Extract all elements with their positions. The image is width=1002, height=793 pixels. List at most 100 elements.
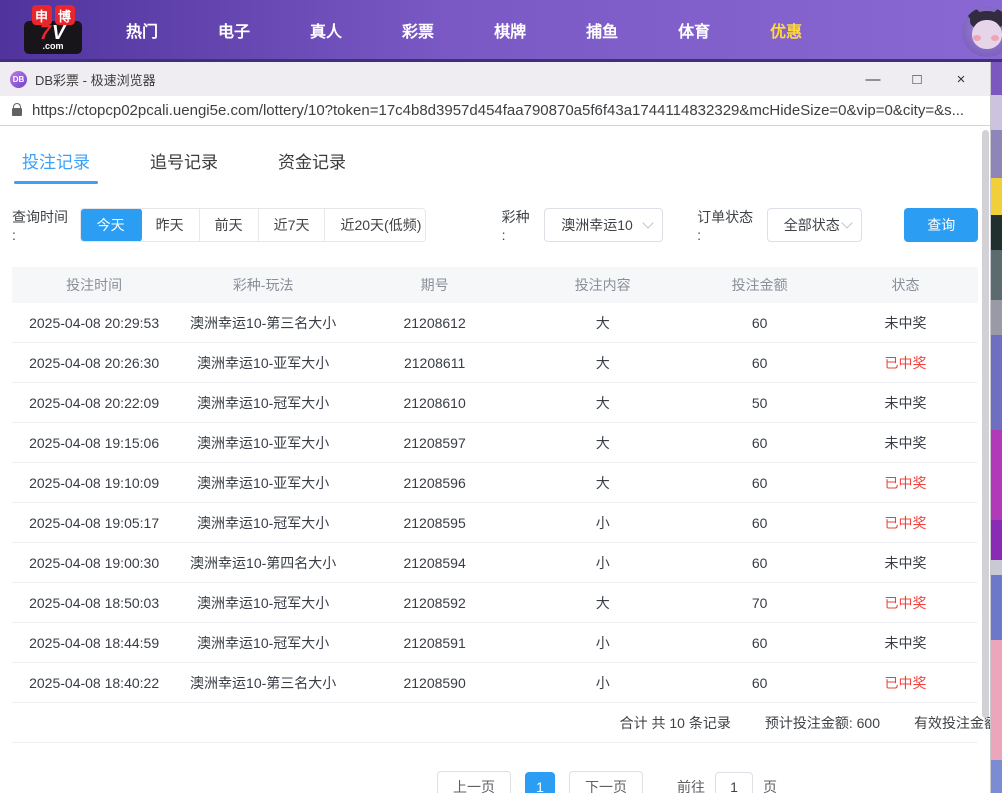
time-option-3[interactable]: 前天: [199, 209, 258, 241]
order-status-select[interactable]: 全部状态: [767, 208, 863, 242]
lottery-select[interactable]: 澳洲幸运10: [544, 208, 663, 242]
nav-item-4[interactable]: 彩票: [387, 18, 449, 42]
column-header-3: 期号: [350, 275, 519, 295]
nav-item-2[interactable]: 电子: [203, 18, 265, 42]
table-row: 2025-04-08 19:10:09澳洲幸运10-亚军大小21208596大6…: [12, 463, 978, 503]
nav-item-5[interactable]: 棋牌: [479, 18, 541, 42]
cell-bet-content: 小: [519, 553, 686, 573]
cell-issue-number: 21208592: [350, 595, 519, 611]
prev-page-button[interactable]: 上一页: [437, 771, 511, 793]
column-header-5: 投注金额: [686, 275, 833, 295]
time-filter-group: 今天昨天前天近7天近20天(低频): [80, 208, 426, 242]
cell-status: 未中奖: [833, 553, 978, 573]
cell-bet-content: 大: [519, 473, 686, 493]
cell-bet-content: 大: [519, 433, 686, 453]
tab-2[interactable]: 追号记录: [140, 142, 228, 186]
cell-bet-time: 2025-04-08 19:05:17: [12, 515, 176, 531]
time-option-4[interactable]: 近7天: [258, 209, 325, 241]
table-summary-row: 合计 共 10 条记录 预计投注金额: 600 有效投注金额: [12, 703, 978, 743]
nav-item-7[interactable]: 体育: [663, 18, 725, 42]
search-button[interactable]: 查询: [904, 208, 977, 242]
minimize-icon[interactable]: —: [858, 66, 888, 92]
cell-status: 未中奖: [833, 393, 978, 413]
time-option-1[interactable]: 今天: [80, 208, 142, 242]
background-page-strip: [991, 62, 1002, 793]
site-logo[interactable]: 申 博 7V .com: [24, 5, 82, 54]
cell-game-play: 澳洲幸运10-亚军大小: [176, 473, 350, 493]
cell-game-play: 澳洲幸运10-第四名大小: [176, 553, 350, 573]
next-page-button[interactable]: 下一页: [569, 771, 643, 793]
user-avatar[interactable]: [962, 7, 1002, 57]
logo-badge-shen: 申: [32, 5, 52, 25]
window-title-bar: DB DB彩票 - 极速浏览器 — □ ×: [0, 62, 990, 96]
cell-bet-content: 小: [519, 673, 686, 693]
goto-page-suffix: 页: [763, 777, 777, 793]
lottery-filter-label: 彩种 :: [502, 207, 537, 243]
address-bar[interactable]: https://ctopcp02pcali.uengi5e.com/lotter…: [0, 96, 990, 126]
chevron-down-icon: [642, 217, 653, 228]
table-row: 2025-04-08 19:15:06澳洲幸运10-亚军大小21208597大6…: [12, 423, 978, 463]
vertical-scrollbar[interactable]: [982, 130, 989, 718]
column-header-6: 状态: [833, 275, 978, 295]
cell-status: 未中奖: [833, 433, 978, 453]
cell-bet-time: 2025-04-08 19:00:30: [12, 555, 176, 571]
window-title: DB彩票 - 极速浏览器: [35, 70, 156, 89]
maximize-icon[interactable]: □: [902, 66, 932, 92]
avatar-hair-bun: [968, 9, 980, 20]
cell-bet-amount: 60: [686, 555, 833, 571]
cell-game-play: 澳洲幸运10-冠军大小: [176, 593, 350, 613]
column-header-1: 投注时间: [12, 275, 176, 295]
window-controls: — □ ×: [858, 66, 976, 92]
nav-item-6[interactable]: 捕鱼: [571, 18, 633, 42]
cell-bet-amount: 60: [686, 315, 833, 331]
cell-bet-content: 小: [519, 633, 686, 653]
cell-bet-amount: 60: [686, 435, 833, 451]
cell-issue-number: 21208612: [350, 315, 519, 331]
pagination: 上一页 1 下一页 前往 页: [124, 771, 991, 793]
cell-bet-content: 小: [519, 513, 686, 533]
cell-status: 已中奖: [833, 473, 978, 493]
cell-bet-amount: 60: [686, 475, 833, 491]
cell-status: 已中奖: [833, 353, 978, 373]
cell-game-play: 澳洲幸运10-冠军大小: [176, 513, 350, 533]
logo-badge-bo: 博: [55, 5, 75, 25]
scrollbar-thumb[interactable]: [982, 130, 989, 718]
cell-bet-time: 2025-04-08 18:40:22: [12, 675, 176, 691]
nav-item-3[interactable]: 真人: [295, 18, 357, 42]
bet-records-table: 投注时间彩种-玩法期号投注内容投注金额状态 2025-04-08 20:29:5…: [12, 267, 978, 743]
column-header-4: 投注内容: [519, 275, 686, 295]
lock-icon: [12, 108, 22, 116]
nav-item-8[interactable]: 优惠: [755, 18, 817, 42]
page-number-1[interactable]: 1: [525, 772, 555, 793]
time-filter-label: 查询时间 :: [12, 207, 74, 243]
nav-item-1[interactable]: 热门: [111, 18, 173, 42]
tab-3[interactable]: 资金记录: [268, 142, 356, 186]
cell-bet-time: 2025-04-08 18:44:59: [12, 635, 176, 651]
cell-bet-content: 大: [519, 313, 686, 333]
table-row: 2025-04-08 20:22:09澳洲幸运10-冠军大小21208610大5…: [12, 383, 978, 423]
cell-bet-amount: 70: [686, 595, 833, 611]
time-option-2[interactable]: 昨天: [141, 209, 199, 241]
cell-status: 未中奖: [833, 633, 978, 653]
cell-game-play: 澳洲幸运10-亚军大小: [176, 353, 350, 373]
cell-bet-content: 大: [519, 393, 686, 413]
cell-game-play: 澳洲幸运10-冠军大小: [176, 633, 350, 653]
avatar-blush: [991, 35, 999, 41]
time-option-5[interactable]: 近20天(低频): [324, 209, 425, 241]
goto-page-input[interactable]: [715, 772, 753, 793]
table-row: 2025-04-08 18:50:03澳洲幸运10-冠军大小21208592大7…: [12, 583, 978, 623]
cell-issue-number: 21208595: [350, 515, 519, 531]
column-header-2: 彩种-玩法: [176, 275, 350, 295]
cell-status: 已中奖: [833, 513, 978, 533]
cell-bet-time: 2025-04-08 20:26:30: [12, 355, 176, 371]
cell-issue-number: 21208611: [350, 355, 519, 371]
logo-domain: .com: [42, 42, 63, 51]
table-header-row: 投注时间彩种-玩法期号投注内容投注金额状态: [12, 267, 978, 303]
site-top-nav: 申 博 7V .com 热门 电子 真人 彩票 棋牌 捕鱼 体育 优惠: [0, 0, 1002, 62]
cell-bet-amount: 60: [686, 635, 833, 651]
tab-1[interactable]: 投注记录: [12, 142, 100, 186]
close-icon[interactable]: ×: [946, 66, 976, 92]
cell-bet-content: 大: [519, 353, 686, 373]
table-row: 2025-04-08 20:29:53澳洲幸运10-第三名大小21208612大…: [12, 303, 978, 343]
summary-total: 合计 共 10 条记录: [620, 713, 731, 733]
